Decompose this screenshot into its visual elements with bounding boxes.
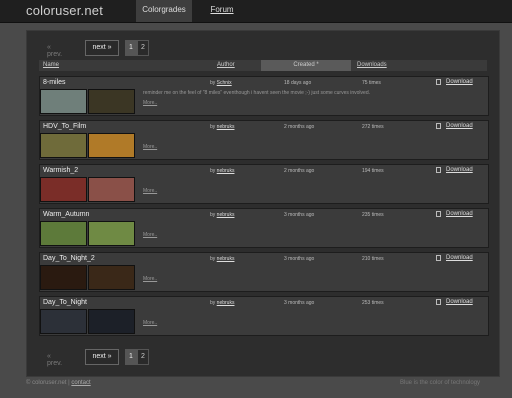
by-text: by <box>210 124 216 130</box>
copyright-text: © coloruser.net | <box>26 380 70 386</box>
site-logo[interactable]: coloruser.net <box>26 3 103 18</box>
download-link[interactable]: Download <box>446 167 473 173</box>
file-icon <box>436 167 441 173</box>
by-text: by <box>210 256 216 262</box>
download-count: 210 times <box>362 256 384 262</box>
download-count: 253 times <box>362 300 384 306</box>
author-link[interactable]: nebruks <box>217 256 235 262</box>
grade-description: reminder me on the feel of "8 miles" eve… <box>143 90 370 96</box>
table-row: Day_To_Night_2 by nebruks 3 months ago 210 … <box>39 252 489 292</box>
author-cell: by nebruks <box>210 168 234 174</box>
created-date: 2 months ago <box>284 124 315 130</box>
more-link[interactable]: More.. <box>143 144 157 150</box>
table-row: Warm_Autumn by nebruks 3 months ago 235 tim… <box>39 208 489 248</box>
by-text: by <box>210 300 216 306</box>
grade-name[interactable]: Warm_Autumn <box>43 211 89 218</box>
after-thumbnail[interactable] <box>88 133 135 158</box>
page-1-button[interactable]: 1 <box>125 349 137 365</box>
author-cell: by nebruks <box>210 212 234 218</box>
more-link[interactable]: More.. <box>143 276 157 282</box>
download-link[interactable]: Download <box>446 123 473 129</box>
after-thumbnail[interactable] <box>88 309 135 334</box>
author-cell: by nebruks <box>210 256 234 262</box>
before-thumbnail[interactable] <box>40 221 87 246</box>
file-icon <box>436 255 441 261</box>
created-date: 18 days ago <box>284 80 312 86</box>
prev-link[interactable]: « prev. <box>47 44 62 58</box>
before-thumbnail[interactable] <box>40 309 87 334</box>
grade-name[interactable]: HDV_To_Film <box>43 123 86 130</box>
author-link[interactable]: nebruks <box>217 300 235 306</box>
by-text: by <box>210 80 216 86</box>
author-link[interactable]: nebruks <box>217 124 235 130</box>
table-row: 8-miles by Schnix 18 days ago 75 times Downl… <box>39 76 489 116</box>
header-author[interactable]: Author <box>217 62 235 68</box>
more-link[interactable]: More.. <box>143 232 157 238</box>
header-created[interactable]: Created * <box>261 60 351 71</box>
grade-name[interactable]: Day_To_Night_2 <box>43 255 95 262</box>
author-cell: by nebruks <box>210 124 234 130</box>
created-date: 3 months ago <box>284 300 315 306</box>
more-link[interactable]: More.. <box>143 188 157 194</box>
created-date: 3 months ago <box>284 212 315 218</box>
download-link[interactable]: Download <box>446 255 473 261</box>
header-name[interactable]: Name <box>43 62 59 68</box>
page-1-button[interactable]: 1 <box>125 40 137 56</box>
grade-name[interactable]: Day_To_Night <box>43 299 87 306</box>
table-header: Name Author Created * Downloads <box>39 60 487 71</box>
file-icon <box>436 211 441 217</box>
tab-forum[interactable]: Forum <box>204 0 240 22</box>
download-count: 194 times <box>362 168 384 174</box>
created-date: 2 months ago <box>284 168 315 174</box>
download-link[interactable]: Download <box>446 299 473 305</box>
more-link[interactable]: More.. <box>143 320 157 326</box>
page-2-button[interactable]: 2 <box>137 349 149 365</box>
table-row: Day_To_Night by nebruks 3 months ago 253 ti… <box>39 296 489 336</box>
after-thumbnail[interactable] <box>88 265 135 290</box>
contact-link[interactable]: contact <box>71 380 90 386</box>
next-button[interactable]: next » <box>85 40 119 56</box>
more-link[interactable]: More.. <box>143 100 157 106</box>
download-count: 272 times <box>362 124 384 130</box>
grade-name[interactable]: 8-miles <box>43 79 66 86</box>
author-link[interactable]: nebruks <box>217 212 235 218</box>
author-link[interactable]: nebruks <box>217 168 235 174</box>
before-thumbnail[interactable] <box>40 177 87 202</box>
table-row: Warmish_2 by nebruks 2 months ago 194 times… <box>39 164 489 204</box>
after-thumbnail[interactable] <box>88 221 135 246</box>
footer-copyright: © coloruser.net | contact <box>26 380 91 386</box>
tab-colorgrades[interactable]: Colorgrades <box>136 0 192 22</box>
grade-name[interactable]: Warmish_2 <box>43 167 78 174</box>
file-icon <box>436 299 441 305</box>
download-link[interactable]: Download <box>446 211 473 217</box>
created-date: 3 months ago <box>284 256 315 262</box>
before-thumbnail[interactable] <box>40 133 87 158</box>
main-panel: « prev. next » 1 2 Name Author Created *… <box>26 30 500 377</box>
download-link[interactable]: Download <box>446 79 473 85</box>
table-row: HDV_To_Film by nebruks 2 months ago 272 tim… <box>39 120 489 160</box>
author-cell: by nebruks <box>210 300 234 306</box>
file-icon <box>436 79 441 85</box>
page-2-button[interactable]: 2 <box>137 40 149 56</box>
footer-tagline: Blue is the color of technology <box>400 380 481 386</box>
by-text: by <box>210 212 216 218</box>
top-bar: coloruser.net Colorgrades Forum <box>0 0 512 23</box>
header-downloads[interactable]: Downloads <box>357 62 387 68</box>
author-cell: by Schnix <box>210 80 232 86</box>
after-thumbnail[interactable] <box>88 177 135 202</box>
prev-link[interactable]: « prev. <box>47 353 62 367</box>
before-thumbnail[interactable] <box>40 89 87 114</box>
by-text: by <box>210 168 216 174</box>
file-icon <box>436 123 441 129</box>
before-thumbnail[interactable] <box>40 265 87 290</box>
next-button[interactable]: next » <box>85 349 119 365</box>
author-link[interactable]: Schnix <box>217 80 232 86</box>
download-count: 75 times <box>362 80 381 86</box>
after-thumbnail[interactable] <box>88 89 135 114</box>
download-count: 235 times <box>362 212 384 218</box>
